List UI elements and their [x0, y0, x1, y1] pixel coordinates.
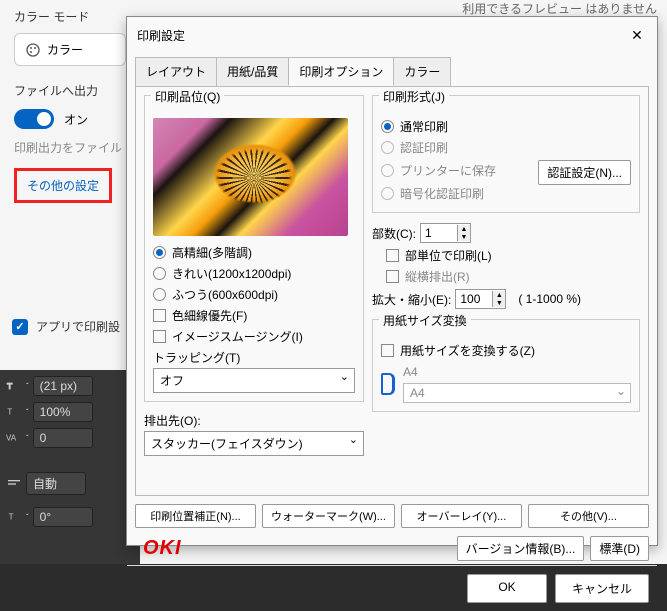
- paper-a4-label: A4: [403, 365, 631, 379]
- scale-up[interactable]: ▲: [493, 291, 505, 299]
- preview-image: [153, 118, 348, 236]
- version-button[interactable]: バージョン情報(B)...: [457, 536, 585, 561]
- convert-size-checkbox[interactable]: [381, 344, 394, 357]
- align-icon: [6, 476, 22, 492]
- toggle-on-label: オン: [64, 111, 88, 128]
- paper-size-select[interactable]: A4: [403, 383, 631, 403]
- tools-panel: ˇ(21 px) Tˇ100% VAˇ0 自動 Tˇ0°: [0, 370, 140, 564]
- copies-input[interactable]: [421, 224, 457, 242]
- angle-dd[interactable]: 0°: [33, 507, 93, 527]
- scale-spinner[interactable]: ▲▼: [455, 289, 506, 309]
- trapping-select[interactable]: オフ: [153, 368, 355, 393]
- other-settings-highlight: その他の設定: [14, 168, 112, 203]
- tab-paper-quality[interactable]: 用紙/品質: [216, 57, 289, 86]
- cancel-button[interactable]: キャンセル: [555, 574, 649, 603]
- format-normal-label: 通常印刷: [400, 118, 448, 135]
- scale-range: ( 1-1000 %): [518, 292, 581, 306]
- format-radio-auth[interactable]: [381, 141, 394, 154]
- collate-label: 部単位で印刷(L): [405, 247, 492, 264]
- trapping-label: トラッピング(T): [153, 349, 355, 366]
- tab-color[interactable]: カラー: [393, 57, 451, 86]
- format-radio-encrypt[interactable]: [381, 187, 394, 200]
- watermark-button[interactable]: ウォーターマーク(W)...: [262, 504, 395, 528]
- quality-high-label: 高精細(多階調): [172, 244, 252, 261]
- text-size-icon: [6, 378, 22, 394]
- rotate-stack-checkbox[interactable]: [386, 270, 399, 283]
- thin-line-checkbox[interactable]: [153, 309, 166, 322]
- other-settings-link[interactable]: その他の設定: [27, 179, 99, 193]
- brand-logo: OKI: [143, 537, 182, 560]
- color-mode-label: カラー モード: [14, 8, 126, 25]
- copies-label: 部数(C):: [372, 225, 416, 242]
- copies-up[interactable]: ▲: [458, 225, 470, 233]
- kern-dd[interactable]: 0: [33, 428, 93, 448]
- format-radio-normal[interactable]: [381, 120, 394, 133]
- rotate-stack-label: 縦横排出(R): [405, 268, 470, 285]
- other-button[interactable]: その他(V)...: [528, 504, 649, 528]
- color-button-label: カラー: [47, 41, 83, 58]
- copies-down[interactable]: ▼: [458, 233, 470, 241]
- format-save-label: プリンターに保存: [400, 162, 496, 179]
- svg-text:VA: VA: [6, 434, 17, 443]
- preview-na-label: 利用できるフレビュー はありません: [462, 0, 657, 17]
- scale-dd[interactable]: 100%: [33, 402, 93, 422]
- print-settings-dialog: 印刷設定 ✕ レイアウト 用紙/品質 印刷オプション カラー 印刷品位(Q) 高…: [126, 16, 658, 546]
- tab-print-options[interactable]: 印刷オプション: [288, 57, 394, 86]
- dest-select[interactable]: スタッカー(フェイスダウン): [144, 431, 364, 456]
- collate-checkbox[interactable]: [386, 249, 399, 262]
- svg-text:T: T: [7, 408, 12, 417]
- paper-size-title: 用紙サイズ変換: [379, 312, 471, 329]
- rotate-icon: T: [6, 509, 22, 525]
- color-button[interactable]: カラー: [14, 33, 126, 66]
- output-file-label: ファイルへ出力: [14, 82, 126, 99]
- overlay-button[interactable]: オーバーレイ(Y)...: [401, 504, 522, 528]
- output-toggle[interactable]: [14, 109, 54, 129]
- convert-size-label: 用紙サイズを変換する(Z): [400, 342, 535, 359]
- auto-dd[interactable]: 自動: [26, 472, 86, 495]
- format-group: 印刷形式(J) 通常印刷 認証印刷 プリンターに保存 認証設定(N)... 暗号…: [372, 95, 640, 213]
- palette-icon: [25, 42, 41, 58]
- ok-button[interactable]: OK: [467, 574, 547, 603]
- paper-size-group: 用紙サイズ変換 用紙サイズを変換する(Z) A4 A4: [372, 319, 640, 412]
- smoothing-checkbox[interactable]: [153, 330, 166, 343]
- paper-icon: [381, 373, 395, 395]
- quality-fine-label: きれい(1200x1200dpi): [172, 265, 291, 282]
- dest-label: 排出先(O):: [144, 412, 364, 429]
- close-button[interactable]: ✕: [627, 25, 647, 45]
- scale-down[interactable]: ▼: [493, 299, 505, 307]
- quality-radio-fine[interactable]: [153, 267, 166, 280]
- position-correction-button[interactable]: 印刷位置補正(N)...: [135, 504, 256, 528]
- thin-line-label: 色細線優先(F): [172, 307, 247, 324]
- kerning-icon: VA: [6, 430, 22, 446]
- scale-label: 拡大・縮小(E):: [372, 291, 451, 308]
- svg-text:T: T: [9, 513, 14, 522]
- dialog-title: 印刷設定: [137, 27, 185, 44]
- quality-group: 印刷品位(Q) 高精細(多階調) きれい(1200x1200dpi) ふつう(6…: [144, 95, 364, 402]
- quality-normal-label: ふつう(600x600dpi): [172, 286, 278, 303]
- quality-radio-high[interactable]: [153, 246, 166, 259]
- format-auth-label: 認証印刷: [400, 139, 448, 156]
- copies-spinner[interactable]: ▲▼: [420, 223, 471, 243]
- format-radio-save[interactable]: [381, 164, 394, 177]
- format-title: 印刷形式(J): [379, 88, 449, 105]
- smoothing-label: イメージスムージング(I): [172, 328, 303, 345]
- output-desc: 印刷出力をファイル: [14, 139, 126, 156]
- scale-icon: T: [6, 404, 22, 420]
- font-size-dd[interactable]: (21 px): [33, 376, 93, 396]
- scale-input[interactable]: [456, 290, 492, 308]
- quality-radio-normal[interactable]: [153, 288, 166, 301]
- auth-settings-button[interactable]: 認証設定(N)...: [538, 160, 631, 185]
- app-print-label: アプリで印刷設: [36, 318, 120, 335]
- tab-layout[interactable]: レイアウト: [135, 57, 217, 86]
- default-button[interactable]: 標準(D): [590, 536, 649, 561]
- quality-title: 印刷品位(Q): [151, 88, 224, 105]
- format-encrypt-label: 暗号化認証印刷: [400, 185, 484, 202]
- app-print-checkbox[interactable]: ✓: [12, 319, 28, 335]
